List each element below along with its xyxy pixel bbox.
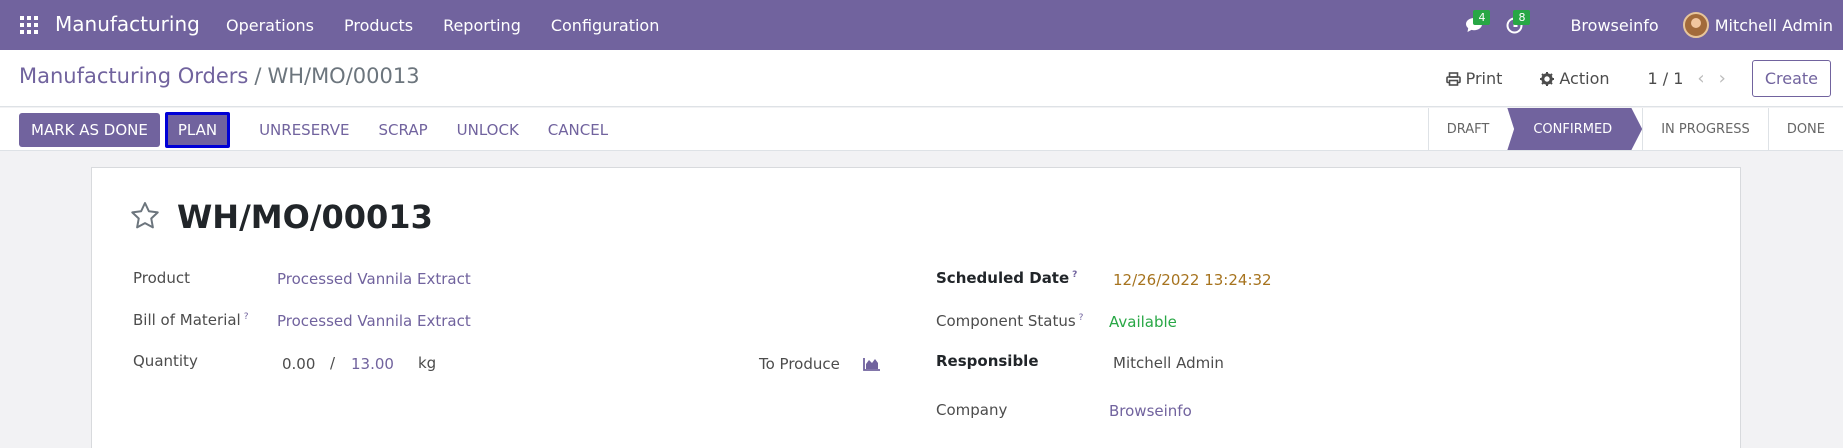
statusbar: MARK AS DONE PLAN UNRESERVE SCRAP UNLOCK… [0,108,1843,151]
record-title: WH/MO/00013 [177,198,433,236]
forecast-chart-icon[interactable] [863,357,881,371]
action-button[interactable]: Action [1540,69,1610,88]
breadcrumb-separator: / [254,64,262,88]
user-menu[interactable]: Mitchell Admin [1715,16,1833,35]
quantity-total-field[interactable]: 13.00 [351,355,394,373]
action-label: Action [1559,69,1610,88]
top-navbar: Manufacturing Operations Products Report… [0,0,1843,50]
product-field[interactable]: Processed Vannila Extract [277,270,471,288]
printer-icon [1445,71,1461,86]
plan-button[interactable]: PLAN [164,112,231,148]
activities-badge: 8 [1513,10,1531,25]
control-panel: Manufacturing Orders / WH/MO/00013 Print A… [0,50,1843,107]
create-button[interactable]: Create [1751,60,1831,97]
app-name[interactable]: Manufacturing [55,12,200,36]
control-panel-actions: Print Action 1 / 1 ‹ › Create [1445,60,1831,97]
user-avatar[interactable] [1682,12,1709,38]
main-menu: Operations Products Reporting Configurat… [226,16,689,35]
responsible-label: Responsible [936,352,1039,370]
pager-next-icon[interactable]: › [1719,68,1726,89]
print-button[interactable]: Print [1445,69,1503,88]
scheduled-date-field[interactable]: 12/26/2022 13:24:32 [1113,271,1272,289]
scheduled-date-label: Scheduled Date? [936,269,1077,287]
apps-menu-icon[interactable] [20,16,38,34]
status-buttons: MARK AS DONE PLAN UNRESERVE SCRAP UNLOCK… [19,112,608,148]
stage-done[interactable]: DONE [1767,108,1843,150]
component-status-label: Component Status? [936,312,1083,330]
bom-help-icon[interactable]: ? [244,312,249,322]
company-field[interactable]: Browseinfo [1109,402,1192,420]
stage-bar: DRAFT CONFIRMED IN PROGRESS DONE [1427,108,1843,150]
scheduled-date-label-text: Scheduled Date [936,269,1070,287]
stage-confirmed[interactable]: CONFIRMED [1507,108,1643,150]
menu-products[interactable]: Products [344,16,413,35]
breadcrumb-manufacturing-orders[interactable]: Manufacturing Orders [19,64,248,88]
stage-draft[interactable]: DRAFT [1427,108,1508,150]
systray: 4 8 Browseinfo Mitchell Admin [1454,0,1843,50]
scheduled-date-help-icon[interactable]: ? [1072,270,1077,280]
quantity-uom: kg [418,354,437,372]
bill-of-material-label: Bill of Material? [133,311,249,329]
quantity-produced-field[interactable]: 0.00 [282,355,315,373]
unlock-button[interactable]: UNLOCK [457,121,519,139]
menu-operations[interactable]: Operations [226,16,314,35]
quantity-separator: / [330,354,336,372]
form-sheet: WH/MO/00013 Product Processed Vannila Ex… [91,167,1741,448]
stage-in-progress[interactable]: IN PROGRESS [1642,108,1768,150]
responsible-field[interactable]: Mitchell Admin [1113,354,1224,372]
breadcrumb: Manufacturing Orders / WH/MO/00013 [19,64,420,88]
breadcrumb-current: WH/MO/00013 [267,64,420,88]
company-switcher[interactable]: Browseinfo [1570,16,1658,35]
product-label: Product [133,269,190,287]
bill-of-material-field[interactable]: Processed Vannila Extract [277,312,471,330]
component-status-field: Available [1109,313,1177,331]
scrap-button[interactable]: SCRAP [379,121,428,139]
menu-reporting[interactable]: Reporting [443,16,521,35]
mark-as-done-button[interactable]: MARK AS DONE [19,113,160,147]
cancel-button[interactable]: CANCEL [548,121,608,139]
component-status-help-icon[interactable]: ? [1079,313,1084,323]
messages-badge: 4 [1473,10,1491,25]
company-label: Company [936,401,1008,419]
pager-value[interactable]: 1 / 1 [1648,69,1684,88]
star-icon[interactable] [130,201,160,230]
activities-button[interactable]: 8 [1494,0,1534,50]
messages-button[interactable]: 4 [1454,0,1494,50]
gear-icon [1540,71,1555,86]
unreserve-button[interactable]: UNRESERVE [259,121,349,139]
pager-previous-icon[interactable]: ‹ [1697,68,1704,89]
quantity-label: Quantity [133,352,198,370]
bill-of-material-label-text: Bill of Material [133,311,241,329]
print-label: Print [1465,69,1503,88]
to-produce-label: To Produce [759,355,840,373]
component-status-label-text: Component Status [936,312,1076,330]
menu-configuration[interactable]: Configuration [551,16,660,35]
